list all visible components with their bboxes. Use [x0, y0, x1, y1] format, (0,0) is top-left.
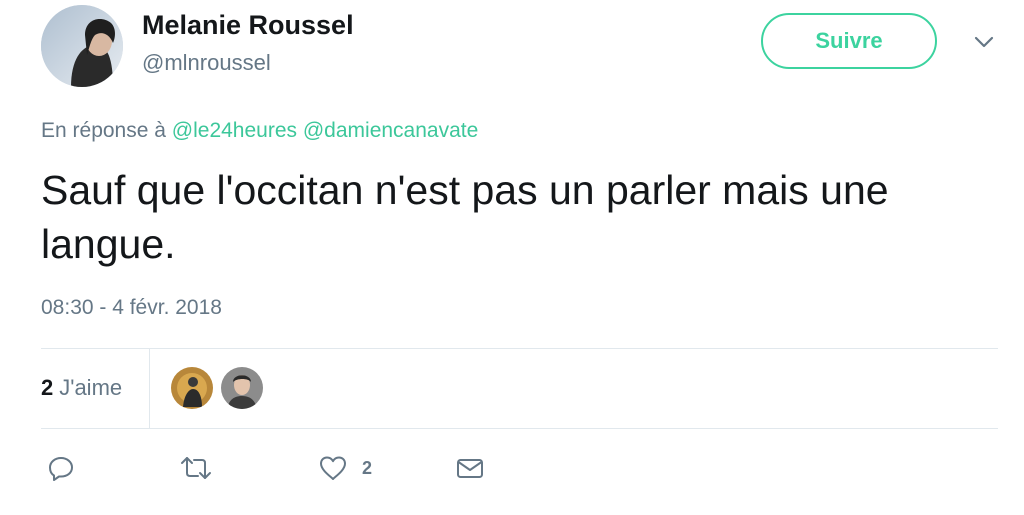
author-display-name[interactable]: Melanie Roussel	[142, 10, 354, 41]
reply-button[interactable]	[47, 450, 75, 486]
liker-avatar[interactable]	[221, 367, 263, 409]
divider	[41, 428, 998, 429]
mention-link[interactable]: @damiencanavate	[303, 119, 478, 142]
heart-icon	[318, 454, 348, 482]
follow-button[interactable]: Suivre	[761, 13, 937, 69]
retweet-icon	[179, 454, 213, 482]
like-count: 2	[362, 457, 373, 478]
tweet-card: Melanie Roussel @mlnroussel Suivre En ré…	[0, 0, 1024, 515]
author-avatar[interactable]	[41, 5, 123, 87]
tweet-text: Sauf que l'occitan n'est pas un parler m…	[41, 167, 889, 267]
reply-icon	[47, 454, 75, 482]
mention-link[interactable]: @le24heures	[172, 119, 297, 142]
direct-message-button[interactable]	[455, 450, 485, 486]
likers-list	[171, 367, 263, 409]
action-bar: 2	[41, 450, 998, 486]
liker-avatar[interactable]	[171, 367, 213, 409]
tweet-timestamp[interactable]: 08:30 - 4 févr. 2018	[41, 296, 222, 320]
author-handle[interactable]: @mlnroussel	[142, 50, 271, 76]
likes-stat[interactable]: 2 J'aime	[41, 348, 149, 428]
envelope-icon	[455, 454, 485, 482]
reply-prefix: En réponse à	[41, 119, 166, 142]
tweet-stats: 2 J'aime	[41, 348, 998, 428]
retweet-button[interactable]	[179, 450, 213, 486]
reply-context: En réponse à @le24heures @damiencanavate	[41, 119, 478, 143]
divider	[149, 348, 150, 428]
like-button[interactable]: 2	[318, 450, 372, 486]
likes-count: 2	[41, 375, 54, 400]
likes-label: J'aime	[59, 375, 123, 400]
chevron-down-icon[interactable]	[970, 32, 998, 52]
